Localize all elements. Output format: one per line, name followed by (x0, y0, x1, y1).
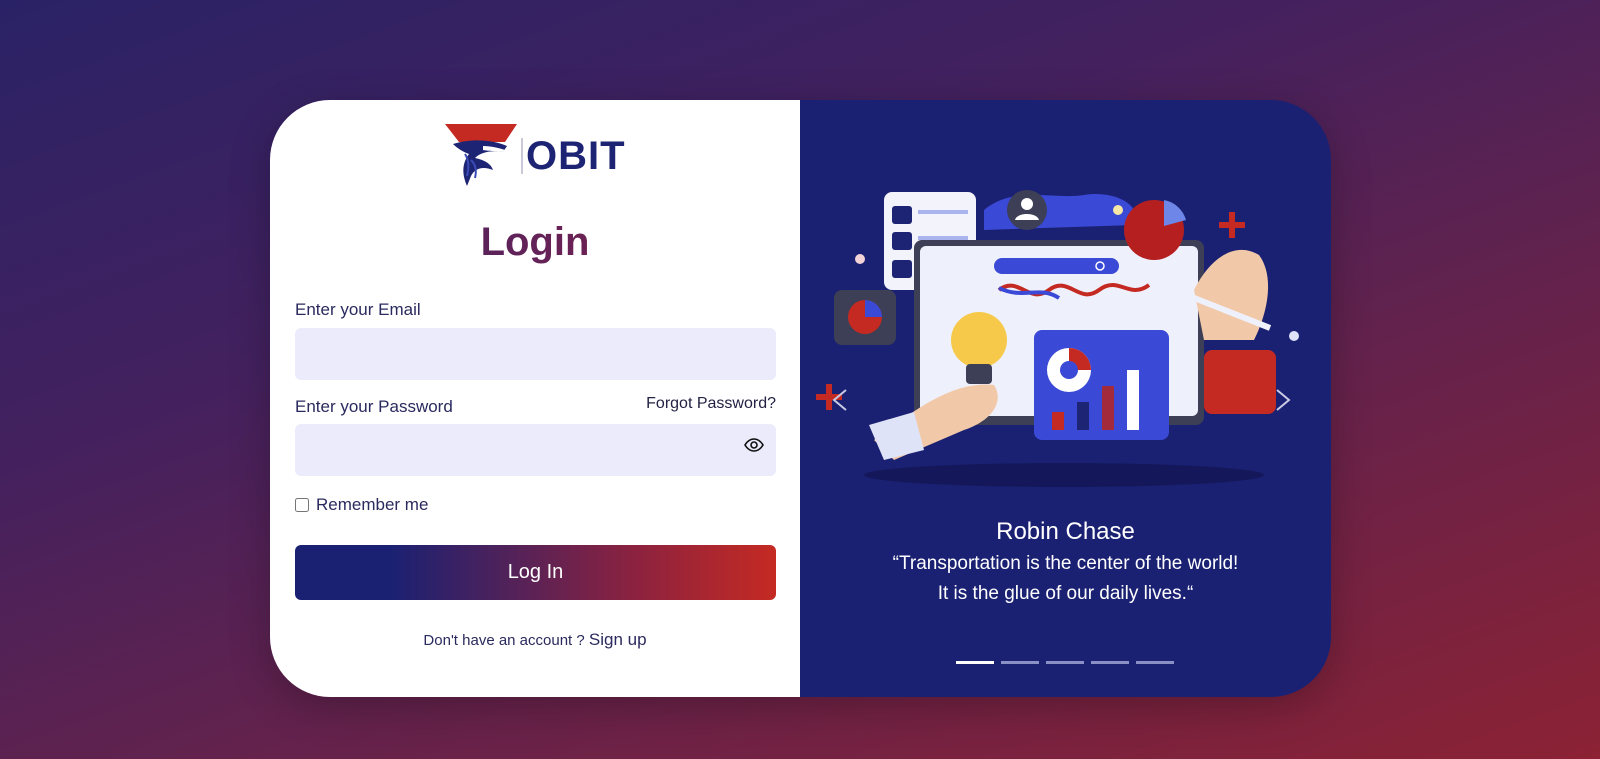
quote-line-1: “Transportation is the center of the wor… (892, 553, 1239, 574)
remember-label: Remember me (316, 495, 429, 514)
quote-author: Robin Chase (996, 518, 1135, 545)
carousel-dot-1[interactable] (956, 661, 994, 664)
password-label: Enter your Password (295, 397, 453, 416)
chevron-left-icon[interactable] (830, 388, 850, 412)
forgot-password-link[interactable]: Forgot Password? (646, 395, 776, 413)
carousel-dot-2[interactable] (1001, 661, 1039, 664)
signup-prompt-text: Don't have an account ? (423, 632, 585, 649)
login-card: OBIT Login Enter your Email Enter your P… (270, 100, 1331, 697)
chevron-right-icon[interactable] (1273, 388, 1293, 412)
signup-link[interactable]: Sign up (589, 630, 647, 649)
carousel-panel: Robin Chase “Transportation is the cente… (800, 100, 1331, 697)
quote-line-2: It is the glue of our daily lives.“ (937, 583, 1194, 604)
login-panel: OBIT Login Enter your Email Enter your P… (270, 100, 800, 697)
page-title: Login (270, 220, 800, 265)
carousel-dot-4[interactable] (1091, 661, 1129, 664)
carousel-indicators (956, 661, 1174, 664)
email-label: Enter your Email (295, 300, 421, 319)
carousel-dot-3[interactable] (1046, 661, 1084, 664)
eye-icon[interactable] (744, 438, 764, 452)
brand-name: OBIT (526, 134, 626, 178)
logo-divider (521, 138, 523, 174)
carousel-dot-5[interactable] (1136, 661, 1174, 664)
remember-checkbox[interactable] (295, 498, 309, 512)
remember-me[interactable]: Remember me (295, 495, 428, 515)
login-button[interactable]: Log In (295, 545, 776, 600)
signup-prompt: Don't have an account ? Sign up (270, 630, 800, 650)
password-field[interactable] (295, 424, 776, 476)
email-field[interactable] (295, 328, 776, 380)
dashboard-illustration (816, 190, 1299, 487)
